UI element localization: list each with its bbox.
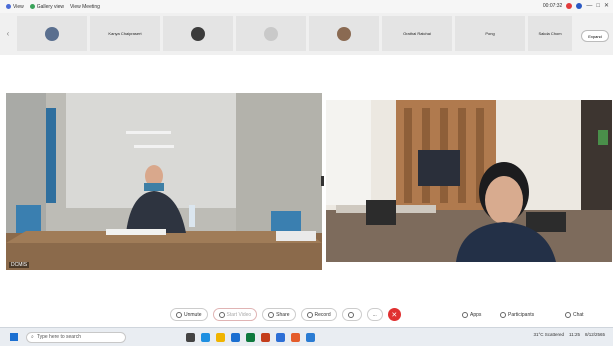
- view-label: View: [13, 3, 24, 10]
- taskbar: ⌕ Type here to search 31°C Scattered 11:…: [0, 327, 613, 346]
- camera-icon: [218, 311, 225, 318]
- participants-icon: [500, 311, 506, 318]
- participant-name-tag: DCMIS: [9, 262, 30, 268]
- participant-tile[interactable]: [236, 16, 306, 51]
- participant-tile[interactable]: [17, 16, 87, 51]
- participant-tile[interactable]: Pong: [455, 16, 525, 51]
- edge-icon[interactable]: [201, 332, 210, 342]
- end-icon: ✕: [391, 311, 398, 319]
- title-bar: View Gallery view View Meeting 00:07:32 …: [0, 0, 613, 13]
- search-placeholder: Type here to search: [36, 334, 82, 340]
- maximize-button[interactable]: □: [596, 3, 600, 9]
- meeting-timer: 00:07:32: [542, 2, 563, 9]
- participant-name: Kanya Chaiprasert: [108, 31, 142, 36]
- start-video-button[interactable]: Start Video: [212, 308, 258, 321]
- search-icon: ⌕: [31, 334, 34, 340]
- video-main-room[interactable]: DCMIS: [6, 93, 322, 270]
- share-label: Share: [276, 311, 290, 318]
- more-button[interactable]: ...: [366, 308, 383, 321]
- system-tray: 31°C Scattered 11:25 8/12/2565: [533, 332, 605, 337]
- participant-tile[interactable]: [309, 16, 379, 51]
- more-label: ...: [372, 311, 377, 318]
- file-explorer-icon[interactable]: [216, 332, 225, 342]
- video-participant[interactable]: [326, 100, 612, 262]
- gallery-view-toggle[interactable]: Gallery view: [29, 3, 64, 10]
- apps-button[interactable]: Apps: [462, 308, 481, 321]
- microphone-icon: [176, 311, 182, 318]
- record-label: Record: [314, 311, 331, 318]
- video-divider-handle[interactable]: [321, 176, 324, 186]
- room-scene: [6, 93, 322, 270]
- zoom-meeting-window: View Gallery view View Meeting 00:07:32 …: [0, 0, 613, 346]
- participant-tiles: Kanya Chaiprasert Orathai Ratchai Pong S…: [17, 16, 572, 51]
- view-icon: [6, 4, 11, 9]
- taskbar-search-input[interactable]: ⌕ Type here to search: [26, 331, 126, 343]
- avatar: [337, 26, 351, 41]
- participant-tile[interactable]: Kanya Chaiprasert: [90, 16, 160, 51]
- gallery-icon: [29, 4, 35, 9]
- reactions-button[interactable]: [341, 308, 362, 321]
- apps-icon: [462, 311, 468, 318]
- participant-name: Orathai Ratchai: [403, 31, 431, 36]
- taskbar-apps: [186, 332, 315, 342]
- avatar: [264, 26, 278, 41]
- minimize-button[interactable]: —: [586, 3, 592, 9]
- share-icon: [268, 311, 275, 318]
- view-meeting-label: View Meeting: [69, 3, 100, 10]
- unmute-button[interactable]: Unmute: [170, 308, 208, 321]
- apps-label: Apps: [470, 311, 482, 318]
- reaction-icon: [347, 311, 354, 318]
- close-button[interactable]: ✕: [604, 2, 609, 9]
- participant-strip: ‹ Kanya Chaiprasert Orathai Ratchai Pong…: [0, 13, 613, 55]
- windows-start-button[interactable]: [10, 333, 18, 341]
- strip-prev-button[interactable]: ‹: [4, 27, 12, 41]
- participants-button[interactable]: Participants: [500, 308, 534, 321]
- meeting-controls: Unmute Start Video Share Record ... ✕: [170, 308, 401, 321]
- record-indicator-icon: [566, 2, 573, 9]
- store-icon[interactable]: [231, 332, 240, 342]
- participant-tile[interactable]: [163, 16, 233, 51]
- participant-name: Pong: [485, 31, 495, 36]
- zoom-icon[interactable]: [276, 332, 285, 342]
- share-button[interactable]: Share: [262, 308, 296, 321]
- chat-label: Chat: [573, 311, 584, 318]
- chat-button[interactable]: Chat: [565, 308, 584, 321]
- word-icon[interactable]: [306, 332, 315, 342]
- powerpoint-icon[interactable]: [261, 332, 270, 342]
- avatar: [45, 26, 59, 41]
- task-view-icon[interactable]: [186, 332, 195, 342]
- view-menu[interactable]: View: [6, 4, 24, 10]
- record-button[interactable]: Record: [300, 308, 337, 321]
- window-controls: 00:07:32 — □ ✕: [543, 2, 609, 9]
- start-video-label: Start Video: [226, 311, 252, 318]
- chat-icon: [565, 311, 571, 318]
- weather-status[interactable]: 31°C Scattered: [533, 332, 564, 337]
- security-icon: [576, 2, 583, 9]
- participant-tile[interactable]: Orathai Ratchai: [382, 16, 452, 51]
- record-icon: [306, 311, 313, 318]
- participant-scene: [326, 100, 612, 262]
- clock-date[interactable]: 8/12/2565: [585, 332, 605, 337]
- avatar: [191, 26, 205, 41]
- participant-tile[interactable]: Sakda Chom: [528, 16, 572, 51]
- expand-strip-button[interactable]: Expand: [581, 30, 609, 42]
- excel-icon[interactable]: [246, 332, 255, 342]
- participants-label: Participants: [508, 311, 535, 318]
- end-meeting-button[interactable]: ✕: [387, 308, 401, 321]
- chrome-icon[interactable]: [291, 332, 300, 342]
- clock-time[interactable]: 11:25: [569, 332, 580, 337]
- gallery-label: Gallery view: [36, 3, 64, 10]
- participant-name: Sakda Chom: [538, 31, 562, 36]
- view-meeting-menu[interactable]: View Meeting: [70, 4, 100, 10]
- unmute-label: Unmute: [184, 311, 202, 318]
